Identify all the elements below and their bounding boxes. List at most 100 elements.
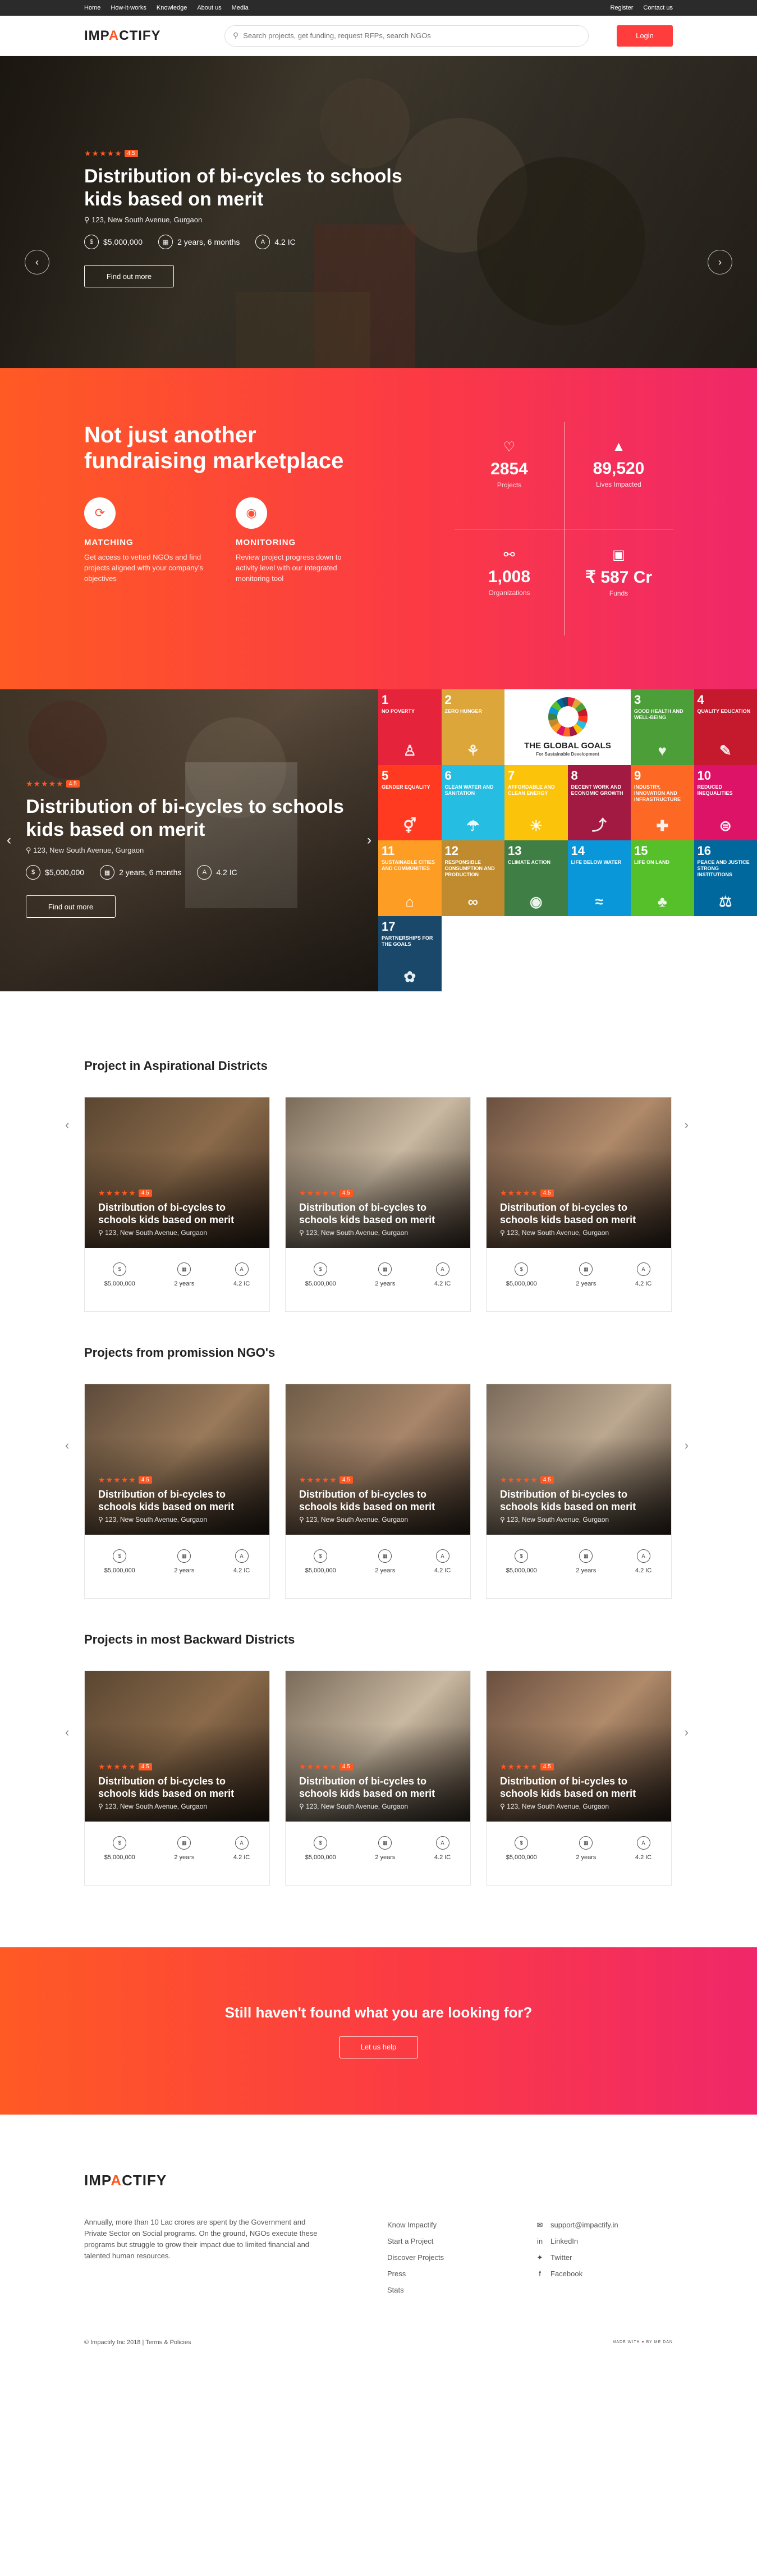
split-next-arrow-icon[interactable]: › [367, 832, 371, 848]
nav-how-it-works-link[interactable]: How-it-works [111, 4, 146, 11]
star-rating-icon: ★★★★★ [500, 1762, 538, 1771]
sdg-number: 6 [444, 768, 452, 783]
feature-title: MATCHING [84, 538, 134, 547]
nav-knowledge-link[interactable]: Knowledge [157, 4, 187, 11]
sdg-tile[interactable]: 2 ZERO HUNGER ⚘ [441, 689, 504, 765]
footer-email-link[interactable]: ✉ support@impactify.in [536, 2217, 618, 2233]
let-us-help-button[interactable]: Let us help [339, 2035, 418, 2058]
project-card[interactable]: ★★★★★ 4.5 Distribution of bi-cycles to sc… [84, 1097, 270, 1312]
hero-duration-value: 2 years, 6 months [177, 237, 240, 246]
project-card[interactable]: ★★★★★ 4.5 Distribution of bi-cycles to sc… [285, 1384, 471, 1599]
contact-us-link[interactable]: Contact us [643, 4, 673, 11]
stat-funds: ▣ ₹ 587 Cr Funds [564, 547, 673, 597]
feature-title: MONITORING [236, 538, 296, 547]
ic-icon: A [235, 1262, 249, 1276]
sdg-tile[interactable]: 16 PEACE AND JUSTICE STRONG INSTITUTIONS ⚖ [694, 840, 757, 916]
feature-matching: ⟳ MATCHING Get access to vetted NGOs and… [84, 497, 224, 584]
footer-logo[interactable]: IMPACTIFY [84, 2172, 167, 2189]
card-ic: A 4.2 IC [434, 1549, 451, 1574]
project-card[interactable]: ★★★★★ 4.5 Distribution of bi-cycles to sc… [486, 1097, 672, 1312]
sdg-tile[interactable]: 15 LIFE ON LAND ♣ [631, 840, 694, 916]
hero-next-arrow-icon[interactable]: › [708, 250, 732, 274]
sdg-tile[interactable]: 12 RESPONSIBLE CONSUMPTION AND PRODUCTION… [441, 840, 504, 916]
section-prev-arrow-icon[interactable]: ‹ [65, 1118, 69, 1132]
sdg-tile[interactable]: 3 GOOD HEALTH AND WELL-BEING ♥ [631, 689, 694, 765]
nav-media-link[interactable]: Media [232, 4, 249, 11]
money-icon: $ [515, 1549, 529, 1563]
register-link[interactable]: Register [610, 4, 633, 11]
project-card[interactable]: ★★★★★ 4.5 Distribution of bi-cycles to sc… [285, 1097, 471, 1312]
calendar-icon: ▦ [378, 1836, 392, 1850]
sdg-tile[interactable]: 10 REDUCED INEQUALITIES ⊜ [694, 765, 757, 840]
search-input[interactable] [243, 31, 580, 40]
sdg-tile[interactable]: 6 CLEAN WATER AND SANITATION ☂ [441, 765, 504, 840]
project-photo: ★★★★★ 4.5 Distribution of bi-cycles to sc… [286, 1097, 470, 1248]
project-card[interactable]: ★★★★★ 4.5 Distribution of bi-cycles to sc… [486, 1671, 672, 1886]
nav-about-us-link[interactable]: About us [197, 4, 221, 11]
sdg-tile[interactable]: 9 INDUSTRY, INNOVATION AND INFRASTRUCTURE… [631, 765, 694, 840]
footer-link-press[interactable]: Press [387, 2266, 444, 2282]
nav-home-link[interactable]: Home [84, 4, 100, 11]
share-icon: ⟳ [84, 497, 116, 529]
location-pin-icon: ⚲ [299, 1516, 304, 1523]
sdg-tile[interactable]: 17 PARTNERSHIPS FOR THE GOALS ✿ [378, 916, 442, 991]
login-button[interactable]: Login [617, 25, 673, 47]
hero-prev-arrow-icon[interactable]: ‹ [25, 250, 49, 274]
sdg-tile[interactable]: 13 CLIMATE ACTION ◉ [504, 840, 568, 916]
card-duration-value: 2 years [375, 1280, 396, 1287]
footer-facebook-link[interactable]: f Facebook [536, 2266, 618, 2282]
sdg-tile[interactable]: 1 NO POVERTY ♙ [378, 689, 442, 765]
card-ic-value: 4.2 IC [434, 1854, 451, 1861]
split-feature-project: ★★★★★ 4.5 Distribution of bi-cycles to s… [0, 689, 378, 991]
footer-linkedin-link[interactable]: in LinkedIn [536, 2233, 618, 2249]
location-pin-icon: ⚲ [84, 216, 90, 224]
card-location: ⚲ 123, New South Avenue, Gurgaon [299, 1229, 462, 1237]
sdg-goal-icon: ♙ [403, 742, 416, 759]
split-find-out-more-button[interactable]: Find out more [26, 895, 116, 918]
rating-badge: 4.5 [339, 1476, 353, 1484]
section-prev-arrow-icon[interactable]: ‹ [65, 1438, 69, 1453]
sdg-tile[interactable]: 7 AFFORDABLE AND CLEAN ENERGY ☀ [504, 765, 568, 840]
footer-links: Know Impactify Start a Project Discover … [387, 2217, 444, 2298]
card-budget-value: $5,000,000 [305, 1567, 336, 1574]
sdg-tile[interactable]: 4 QUALITY EDUCATION ✎ [694, 689, 757, 765]
sdg-tile[interactable]: 14 LIFE BELOW WATER ≈ [567, 840, 631, 916]
footer-link-stats[interactable]: Stats [387, 2282, 444, 2298]
hero-find-out-more-button[interactable]: Find out more [84, 265, 174, 287]
footer-link-start-project[interactable]: Start a Project [387, 2233, 444, 2249]
star-rating-icon: ★★★★★ [84, 149, 122, 158]
card-duration: ▦ 2 years [174, 1549, 194, 1574]
sdg-tile[interactable]: 8 DECENT WORK AND ECONOMIC GROWTH ⤴ [567, 765, 631, 840]
project-card[interactable]: ★★★★★ 4.5 Distribution of bi-cycles to sc… [84, 1384, 270, 1599]
hero-photo-shape [477, 157, 645, 326]
card-ic-value: 4.2 IC [635, 1854, 652, 1861]
section-next-arrow-icon[interactable]: › [685, 1118, 689, 1132]
footer-link-know-impactify[interactable]: Know Impactify [387, 2217, 444, 2233]
sdg-number: 17 [382, 919, 396, 934]
project-card[interactable]: ★★★★★ 4.5 Distribution of bi-cycles to sc… [486, 1384, 672, 1599]
money-icon: $ [26, 865, 40, 880]
section-prev-arrow-icon[interactable]: ‹ [65, 1725, 69, 1740]
sdg-tile[interactable]: 5 GENDER EQUALITY ⚥ [378, 765, 442, 840]
sdg-number: 8 [571, 768, 578, 783]
marketplace-title: Not just another fundraising marketplace [84, 423, 344, 473]
global-goals-logo: THE GLOBAL GOALS For Sustainable Developm… [504, 689, 631, 765]
project-card[interactable]: ★★★★★ 4.5 Distribution of bi-cycles to sc… [285, 1671, 471, 1886]
project-sections: Project in Aspirational Districts ★★★★★ 4… [0, 991, 757, 1947]
section-next-arrow-icon[interactable]: › [685, 1438, 689, 1453]
impactify-logo[interactable]: IMPACTIFY [84, 28, 196, 44]
footer-link-discover-projects[interactable]: Discover Projects [387, 2249, 444, 2266]
project-card[interactable]: ★★★★★ 4.5 Distribution of bi-cycles to sc… [84, 1671, 270, 1886]
section-next-arrow-icon[interactable]: › [685, 1725, 689, 1740]
sdg-goal-icon: ☂ [466, 817, 480, 834]
split-location-text: 123, New South Avenue, Gurgaon [33, 846, 144, 854]
sdg-label: GENDER EQUALITY [382, 784, 430, 790]
ic-icon: A [235, 1549, 249, 1563]
sdg-tile[interactable]: 11 SUSTAINABLE CITIES AND COMMUNITIES ⌂ [378, 840, 442, 916]
split-prev-arrow-icon[interactable]: ‹ [7, 832, 11, 848]
logo-text-pre: IMP [84, 2172, 111, 2189]
card-location: ⚲ 123, New South Avenue, Gurgaon [299, 1516, 462, 1523]
search-bar[interactable]: ⚲ [224, 25, 589, 47]
split-ic: A 4.2 IC [197, 865, 237, 880]
footer-twitter-link[interactable]: ✦ Twitter [536, 2249, 618, 2266]
